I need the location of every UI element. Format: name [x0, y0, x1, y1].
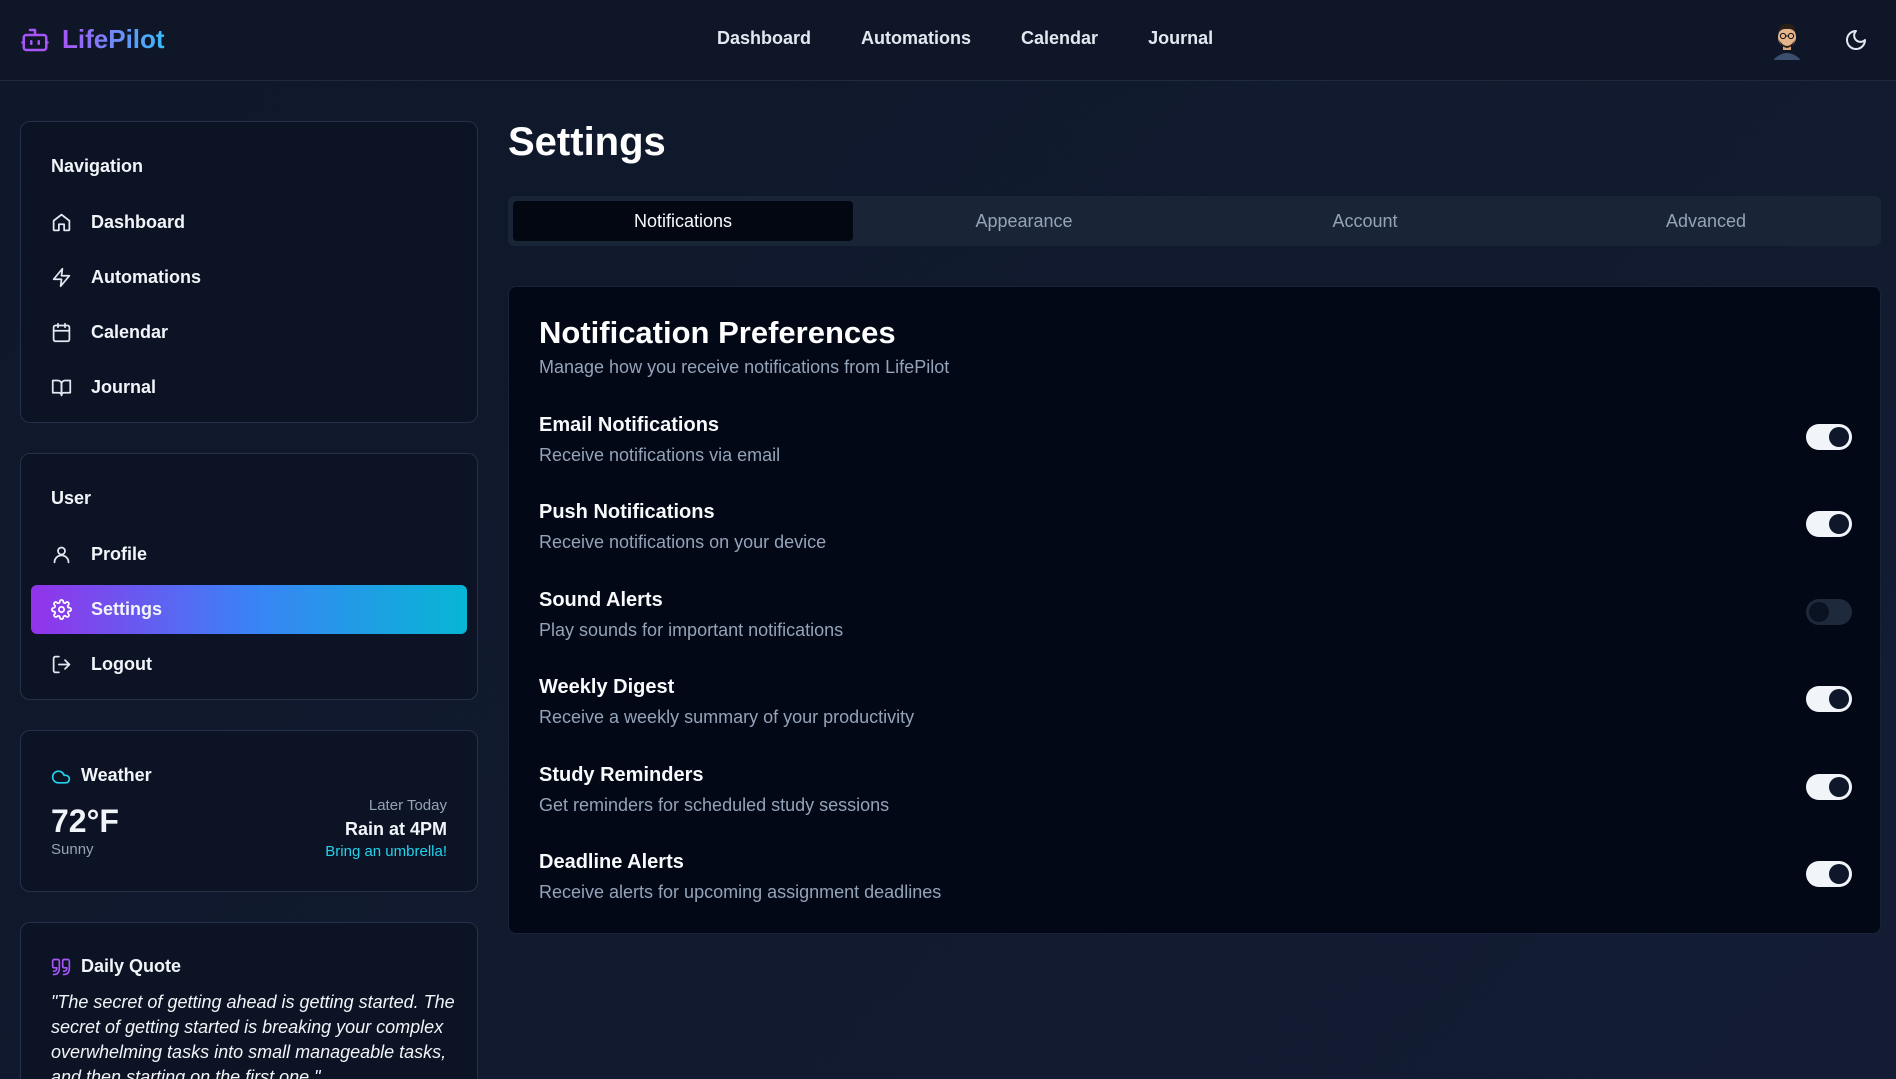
- sidebar-item-label: Dashboard: [91, 212, 186, 232]
- top-nav: Dashboard Automations Calendar Journal: [717, 28, 1213, 49]
- top-nav-dashboard[interactable]: Dashboard: [717, 28, 811, 49]
- zap-icon: [52, 267, 71, 288]
- sidebar-item-dashboard[interactable]: Dashboard: [31, 198, 467, 247]
- avatar-image: [1770, 20, 1804, 60]
- sidebar-item-profile[interactable]: Profile: [31, 530, 467, 579]
- sidebar-item-label: Logout: [91, 654, 152, 674]
- pref-description: Get reminders for scheduled study sessio…: [539, 795, 890, 815]
- user-title: User: [51, 488, 92, 508]
- pref-description: Receive a weekly summary of your product…: [539, 707, 915, 727]
- cloud-icon: [51, 770, 71, 784]
- user-card: User Profile Settings Logout: [20, 453, 478, 700]
- weather-condition: Sunny: [51, 841, 94, 858]
- pref-email-notifications: Email Notifications Receive notification…: [539, 414, 1852, 484]
- book-open-icon: [51, 379, 72, 397]
- gear-icon: [51, 599, 72, 620]
- pref-description: Receive alerts for upcoming assignment d…: [539, 882, 942, 902]
- pref-label: Email Notifications: [539, 414, 720, 436]
- pref-deadline-alerts: Deadline Alerts Receive alerts for upcom…: [539, 851, 1852, 921]
- toggle-knob: [1829, 777, 1849, 797]
- quote-title: Daily Quote: [81, 956, 182, 976]
- tab-account[interactable]: Account: [1195, 201, 1535, 241]
- pref-description: Receive notifications via email: [539, 445, 781, 465]
- notification-preferences-card: Notification Preferences Manage how you …: [508, 286, 1881, 934]
- bot-icon: [21, 28, 49, 51]
- pref-description: Play sounds for important notifications: [539, 620, 844, 640]
- toggle-knob: [1829, 689, 1849, 709]
- deadline-alerts-toggle[interactable]: [1806, 861, 1852, 887]
- avatar[interactable]: [1770, 20, 1804, 60]
- pref-weekly-digest: Weekly Digest Receive a weekly summary o…: [539, 676, 1852, 746]
- weekly-digest-toggle[interactable]: [1806, 686, 1852, 712]
- sidebar-item-label: Profile: [91, 544, 148, 564]
- weather-advice: Bring an umbrella!: [325, 843, 447, 860]
- home-icon: [52, 213, 71, 232]
- sidebar-item-journal[interactable]: Journal: [31, 363, 467, 412]
- calendar-icon: [52, 322, 71, 343]
- top-nav-automations[interactable]: Automations: [861, 28, 971, 49]
- top-nav-calendar[interactable]: Calendar: [1021, 28, 1098, 49]
- pref-study-reminders: Study Reminders Get reminders for schedu…: [539, 764, 1852, 834]
- pref-label: Sound Alerts: [539, 589, 663, 611]
- tab-appearance[interactable]: Appearance: [854, 201, 1194, 241]
- sidebar-item-label: Journal: [91, 377, 157, 397]
- quote-card: Daily Quote "The secret of getting ahead…: [20, 922, 478, 1079]
- sidebar-item-logout[interactable]: Logout: [31, 640, 467, 689]
- user-icon: [53, 546, 70, 564]
- logout-icon: [52, 655, 71, 674]
- sidebar-item-label: Calendar: [91, 322, 169, 342]
- pref-sound-alerts: Sound Alerts Play sounds for important n…: [539, 589, 1852, 659]
- tab-advanced[interactable]: Advanced: [1536, 201, 1876, 241]
- tab-notifications[interactable]: Notifications: [513, 201, 853, 241]
- moon-icon[interactable]: [1844, 28, 1868, 52]
- pref-label: Weekly Digest: [539, 676, 675, 698]
- preferences-subtitle: Manage how you receive notifications fro…: [539, 357, 950, 377]
- pref-push-notifications: Push Notifications Receive notifications…: [539, 501, 1852, 571]
- sidebar-item-label: Automations: [91, 267, 201, 287]
- sidebar-item-settings[interactable]: Settings: [31, 585, 467, 634]
- pref-label: Study Reminders: [539, 764, 704, 786]
- study-reminders-toggle[interactable]: [1806, 774, 1852, 800]
- sidebar-item-automations[interactable]: Automations: [31, 253, 467, 302]
- settings-tabs: Notifications Appearance Account Advance…: [508, 196, 1881, 246]
- navigation-title: Navigation: [51, 156, 144, 176]
- top-nav-journal[interactable]: Journal: [1148, 28, 1213, 49]
- toggle-knob: [1829, 427, 1849, 447]
- push-notifications-toggle[interactable]: [1806, 511, 1852, 537]
- preferences-title: Notification Preferences: [539, 315, 896, 350]
- toggle-knob: [1809, 602, 1829, 622]
- email-notifications-toggle[interactable]: [1806, 424, 1852, 450]
- weather-title: Weather: [81, 765, 152, 785]
- toggle-knob: [1829, 514, 1849, 534]
- weather-temperature: 72°F: [51, 803, 119, 839]
- navigation-card: Navigation Dashboard Automations Calenda…: [20, 121, 478, 423]
- pref-label: Push Notifications: [539, 501, 715, 523]
- weather-card: Weather 72°F Sunny Later Today Rain at 4…: [20, 730, 478, 892]
- toggle-knob: [1829, 864, 1849, 884]
- quote-icon: [51, 958, 71, 976]
- pref-description: Receive notifications on your device: [539, 532, 827, 552]
- top-bar: LifePilot Dashboard Automations Calendar…: [0, 0, 1896, 81]
- weather-forecast: Rain at 4PM: [344, 819, 447, 839]
- page-title: Settings: [508, 120, 666, 164]
- brand-name: LifePilot: [62, 24, 165, 54]
- quote-text: "The secret of getting ahead is getting …: [51, 992, 455, 1079]
- brand-logo[interactable]: LifePilot: [20, 24, 165, 55]
- pref-label: Deadline Alerts: [539, 851, 684, 873]
- weather-later-label: Later Today: [368, 797, 447, 814]
- sidebar-item-label: Settings: [91, 599, 163, 619]
- sidebar-item-calendar[interactable]: Calendar: [31, 308, 467, 357]
- sound-alerts-toggle[interactable]: [1806, 599, 1852, 625]
